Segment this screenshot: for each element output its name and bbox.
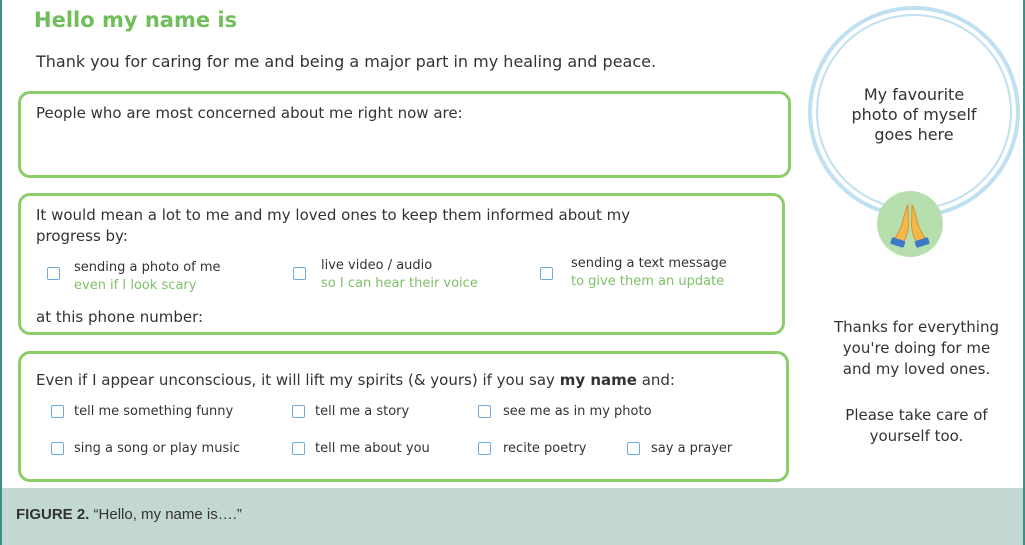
option-text-message-sub: to give them an update [571,274,725,289]
option-send-photo-label: sending a photo of me [74,260,221,275]
option-poetry: recite poetry [503,441,587,456]
checkbox-about-you[interactable] [292,442,305,455]
spirits-prompt: Even if I appear unconscious, it will li… [36,371,675,389]
figure-label: FIGURE 2. [16,506,90,523]
checkbox-prayer[interactable] [627,442,640,455]
option-send-photo: sending a photo of me even if I look sca… [74,259,221,295]
take-care-message: Please take care of yourself too. [814,405,1019,447]
option-story: tell me a story [315,404,410,419]
thanks-line4: Please take care of [845,406,988,424]
figure-caption-bar: FIGURE 2. “Hello, my name is….” [2,488,1023,545]
checkbox-something-funny[interactable] [51,405,64,418]
figure-caption-text: “Hello, my name is….” [93,506,242,523]
checkbox-text-message[interactable] [540,267,553,280]
praying-hands-icon [890,203,930,248]
thanks-line3: and my loved ones. [842,360,991,378]
option-something-funny: tell me something funny [74,404,234,419]
option-song-music: sing a song or play music [74,441,240,456]
subtitle: Thank you for caring for me and being a … [36,52,657,71]
option-text-message: sending a text message to give them an u… [571,255,727,291]
inform-prompt-line1: It would mean a lot to me and my loved o… [36,206,631,224]
checkbox-send-photo[interactable] [47,267,60,280]
option-text-message-label: sending a text message [571,256,727,271]
option-see-me-photo: see me as in my photo [503,404,652,419]
option-about-you: tell me about you [315,441,430,456]
checkbox-story[interactable] [292,405,305,418]
spirits-prompt-bold: my name [559,371,637,389]
spirits-prompt-after: and: [641,371,675,389]
spirits-prompt-before: Even if I appear unconscious, it will li… [36,371,555,389]
praying-hands-badge [877,191,943,257]
concerned-prompt: People who are most concerned about me r… [36,104,463,122]
phone-number-label: at this phone number: [36,308,204,326]
photo-placeholder-text: My favourite photo of myself goes here [822,85,1006,145]
inform-prompt-line2: progress by: [36,227,128,245]
checkbox-see-me-photo[interactable] [478,405,491,418]
checkbox-poetry[interactable] [478,442,491,455]
photo-line1: My favourite [863,85,965,104]
page-title: Hello my name is [34,8,238,32]
option-live-video: live video / audio so I can hear their v… [321,257,478,293]
option-send-photo-sub: even if I look scary [74,278,197,293]
option-live-video-label: live video / audio [321,258,433,273]
option-live-video-sub: so I can hear their voice [321,276,478,291]
photo-line3: goes here [874,125,954,144]
hello-my-name-is-form: Hello my name is Thank you for caring fo… [0,0,1025,545]
option-prayer: say a prayer [651,441,733,456]
thanks-line2: you're doing for me [842,339,991,357]
photo-line2: photo of myself [851,105,977,124]
thanks-message: Thanks for everything you're doing for m… [814,317,1019,380]
checkbox-song-music[interactable] [51,442,64,455]
thanks-line1: Thanks for everything [834,318,999,336]
thanks-line5: yourself too. [869,427,964,445]
figure-caption: FIGURE 2. “Hello, my name is….” [16,506,242,523]
checkbox-live-video[interactable] [293,267,306,280]
